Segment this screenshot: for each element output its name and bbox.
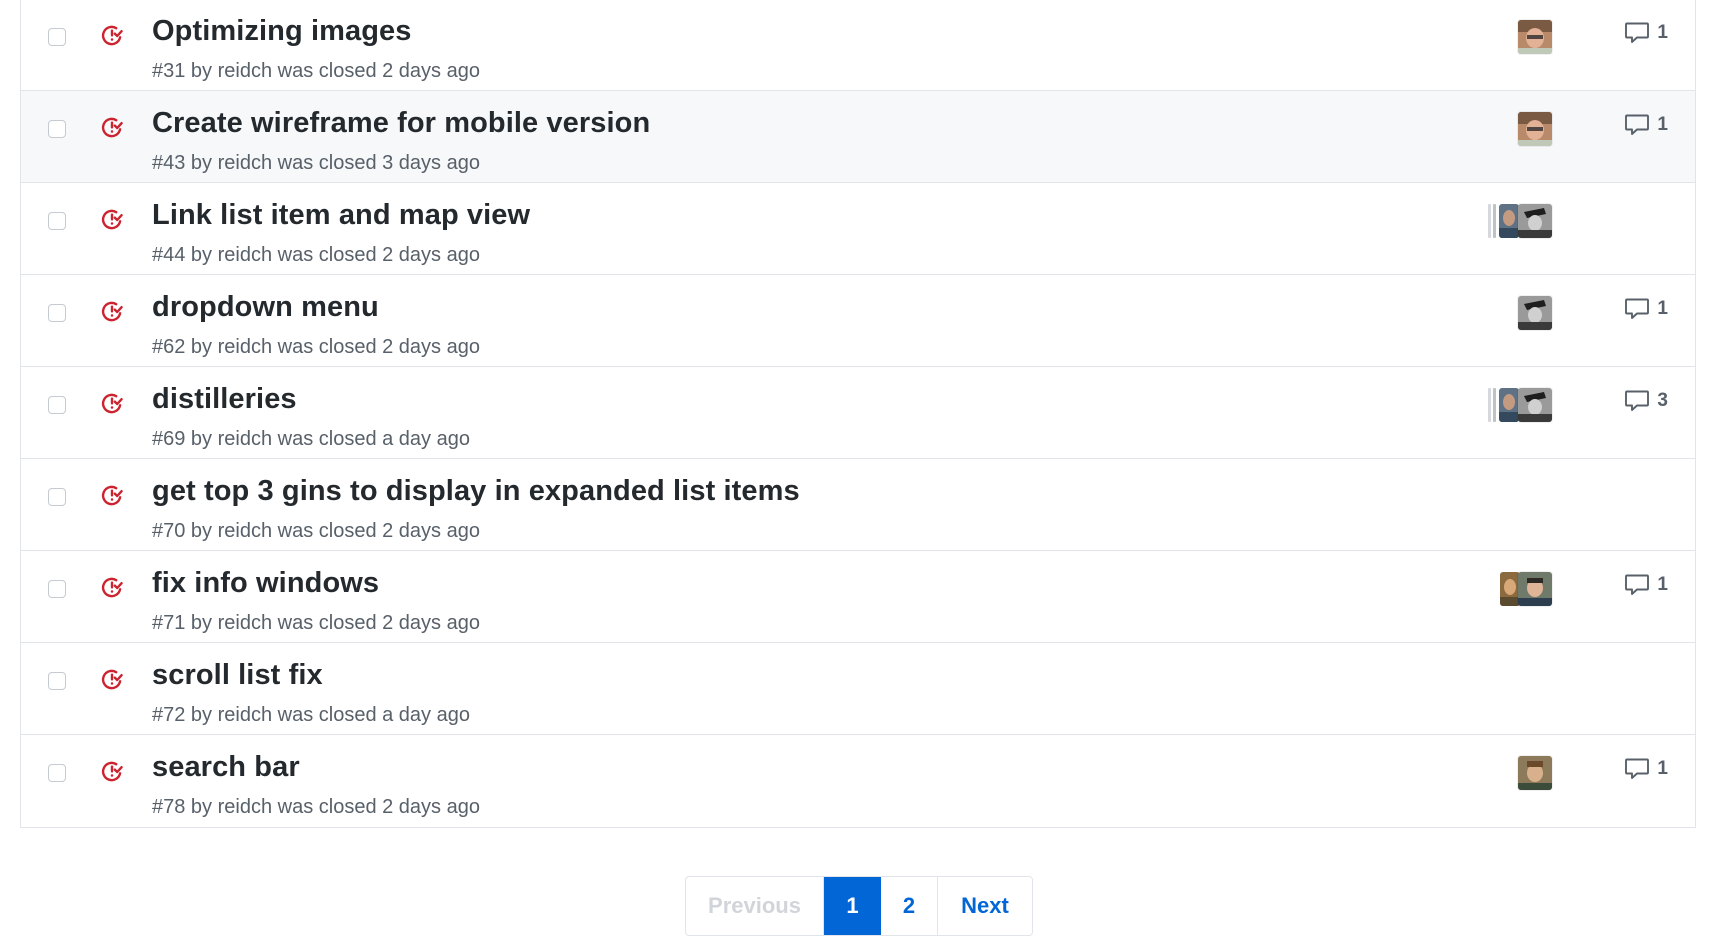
issue-meta: #78 by reidch was closed 2 days ago <box>152 796 480 818</box>
issue-meta: #72 by reidch was closed a day ago <box>152 704 470 726</box>
issue-meta: #70 by reidch was closed 2 days ago <box>152 520 480 542</box>
issue-meta: #31 by reidch was closed 2 days ago <box>152 60 480 82</box>
issue-meta: #71 by reidch was closed 2 days ago <box>152 612 480 634</box>
issue-meta: #44 by reidch was closed 2 days ago <box>152 244 480 266</box>
issue-closed-icon <box>100 391 124 415</box>
issue-closed-icon <box>100 115 124 139</box>
issue-closed-icon <box>100 299 124 323</box>
comment-icon <box>1624 297 1650 321</box>
issue-closed-icon <box>100 483 124 507</box>
previous-page-button: Previous <box>686 877 824 935</box>
issue-closed-icon <box>100 23 124 47</box>
comment-count: 1 <box>1657 114 1668 135</box>
issue-closed-icon <box>100 207 124 231</box>
comment-icon <box>1624 389 1650 413</box>
issue-title-link[interactable]: search bar <box>152 751 300 784</box>
comment-icon <box>1624 113 1650 137</box>
stacked-avatar-edge <box>1488 204 1491 238</box>
issue-row: distilleries #69 by reidch was closed a … <box>21 367 1695 459</box>
comment-count: 1 <box>1657 298 1668 319</box>
assignee-avatar-stack[interactable] <box>1500 572 1552 606</box>
current-page: 1 <box>824 877 881 935</box>
issue-row: search bar #78 by reidch was closed 2 da… <box>21 735 1695 827</box>
assignee-avatar-stack[interactable] <box>1488 204 1552 238</box>
assignee-avatar <box>1499 204 1519 238</box>
issue-title-link[interactable]: get top 3 gins to display in expanded li… <box>152 475 800 508</box>
issue-row: get top 3 gins to display in expanded li… <box>21 459 1695 551</box>
assignee-avatar <box>1518 388 1552 422</box>
issue-checkbox[interactable] <box>48 120 66 138</box>
issue-row: Link list item and map view #44 by reidc… <box>21 183 1695 275</box>
comment-count-link[interactable]: 1 <box>1624 757 1668 781</box>
issue-checkbox[interactable] <box>48 212 66 230</box>
issue-meta: #62 by reidch was closed 2 days ago <box>152 336 480 358</box>
issue-checkbox[interactable] <box>48 488 66 506</box>
comment-count: 1 <box>1657 574 1668 595</box>
assignee-avatar[interactable] <box>1518 20 1552 54</box>
comment-count: 1 <box>1657 758 1668 779</box>
assignee-avatar <box>1518 572 1552 606</box>
issue-meta: #69 by reidch was closed a day ago <box>152 428 470 450</box>
comment-icon <box>1624 21 1650 45</box>
issue-title-link[interactable]: Optimizing images <box>152 15 412 48</box>
issue-closed-icon <box>100 575 124 599</box>
issue-checkbox[interactable] <box>48 764 66 782</box>
issue-list: Optimizing images #31 by reidch was clos… <box>20 0 1696 828</box>
assignee-avatar[interactable] <box>1518 756 1552 790</box>
issue-row: Optimizing images #31 by reidch was clos… <box>21 0 1695 91</box>
issue-title-link[interactable]: scroll list fix <box>152 659 323 692</box>
comment-count-link[interactable]: 1 <box>1624 573 1668 597</box>
comment-count-link[interactable]: 3 <box>1624 389 1668 413</box>
assignee-avatar <box>1499 388 1519 422</box>
comment-count-link[interactable]: 1 <box>1624 113 1668 137</box>
issue-title-link[interactable]: fix info windows <box>152 567 379 600</box>
assignee-avatar[interactable] <box>1518 296 1552 330</box>
stacked-avatar-edge <box>1493 388 1496 422</box>
comment-count-link[interactable]: 1 <box>1624 297 1668 321</box>
pagination: Previous 1 2 Next <box>685 876 1033 936</box>
comment-count: 3 <box>1657 390 1668 411</box>
issue-closed-icon <box>100 667 124 691</box>
stacked-avatar-edge <box>1493 204 1496 238</box>
issue-row: dropdown menu #62 by reidch was closed 2… <box>21 275 1695 367</box>
issue-title-link[interactable]: dropdown menu <box>152 291 379 324</box>
issue-checkbox[interactable] <box>48 304 66 322</box>
issue-checkbox[interactable] <box>48 396 66 414</box>
issue-meta: #43 by reidch was closed 3 days ago <box>152 152 480 174</box>
issue-checkbox[interactable] <box>48 28 66 46</box>
issue-checkbox[interactable] <box>48 580 66 598</box>
comment-icon <box>1624 757 1650 781</box>
page-2-link[interactable]: 2 <box>881 877 938 935</box>
issue-row: scroll list fix #72 by reidch was closed… <box>21 643 1695 735</box>
issue-title-link[interactable]: Create wireframe for mobile version <box>152 107 650 140</box>
assignee-avatar-stack[interactable] <box>1488 388 1552 422</box>
stacked-avatar-edge <box>1488 388 1491 422</box>
next-page-button[interactable]: Next <box>938 877 1032 935</box>
comment-count-link[interactable]: 1 <box>1624 21 1668 45</box>
assignee-avatar[interactable] <box>1518 112 1552 146</box>
assignee-avatar <box>1518 204 1552 238</box>
assignee-avatar <box>1500 572 1520 606</box>
issue-row: fix info windows #71 by reidch was close… <box>21 551 1695 643</box>
issue-checkbox[interactable] <box>48 672 66 690</box>
issue-closed-icon <box>100 759 124 783</box>
comment-count: 1 <box>1657 22 1668 43</box>
issue-row: Create wireframe for mobile version #43 … <box>21 91 1695 183</box>
comment-icon <box>1624 573 1650 597</box>
issue-title-link[interactable]: Link list item and map view <box>152 199 530 232</box>
issue-title-link[interactable]: distilleries <box>152 383 297 416</box>
